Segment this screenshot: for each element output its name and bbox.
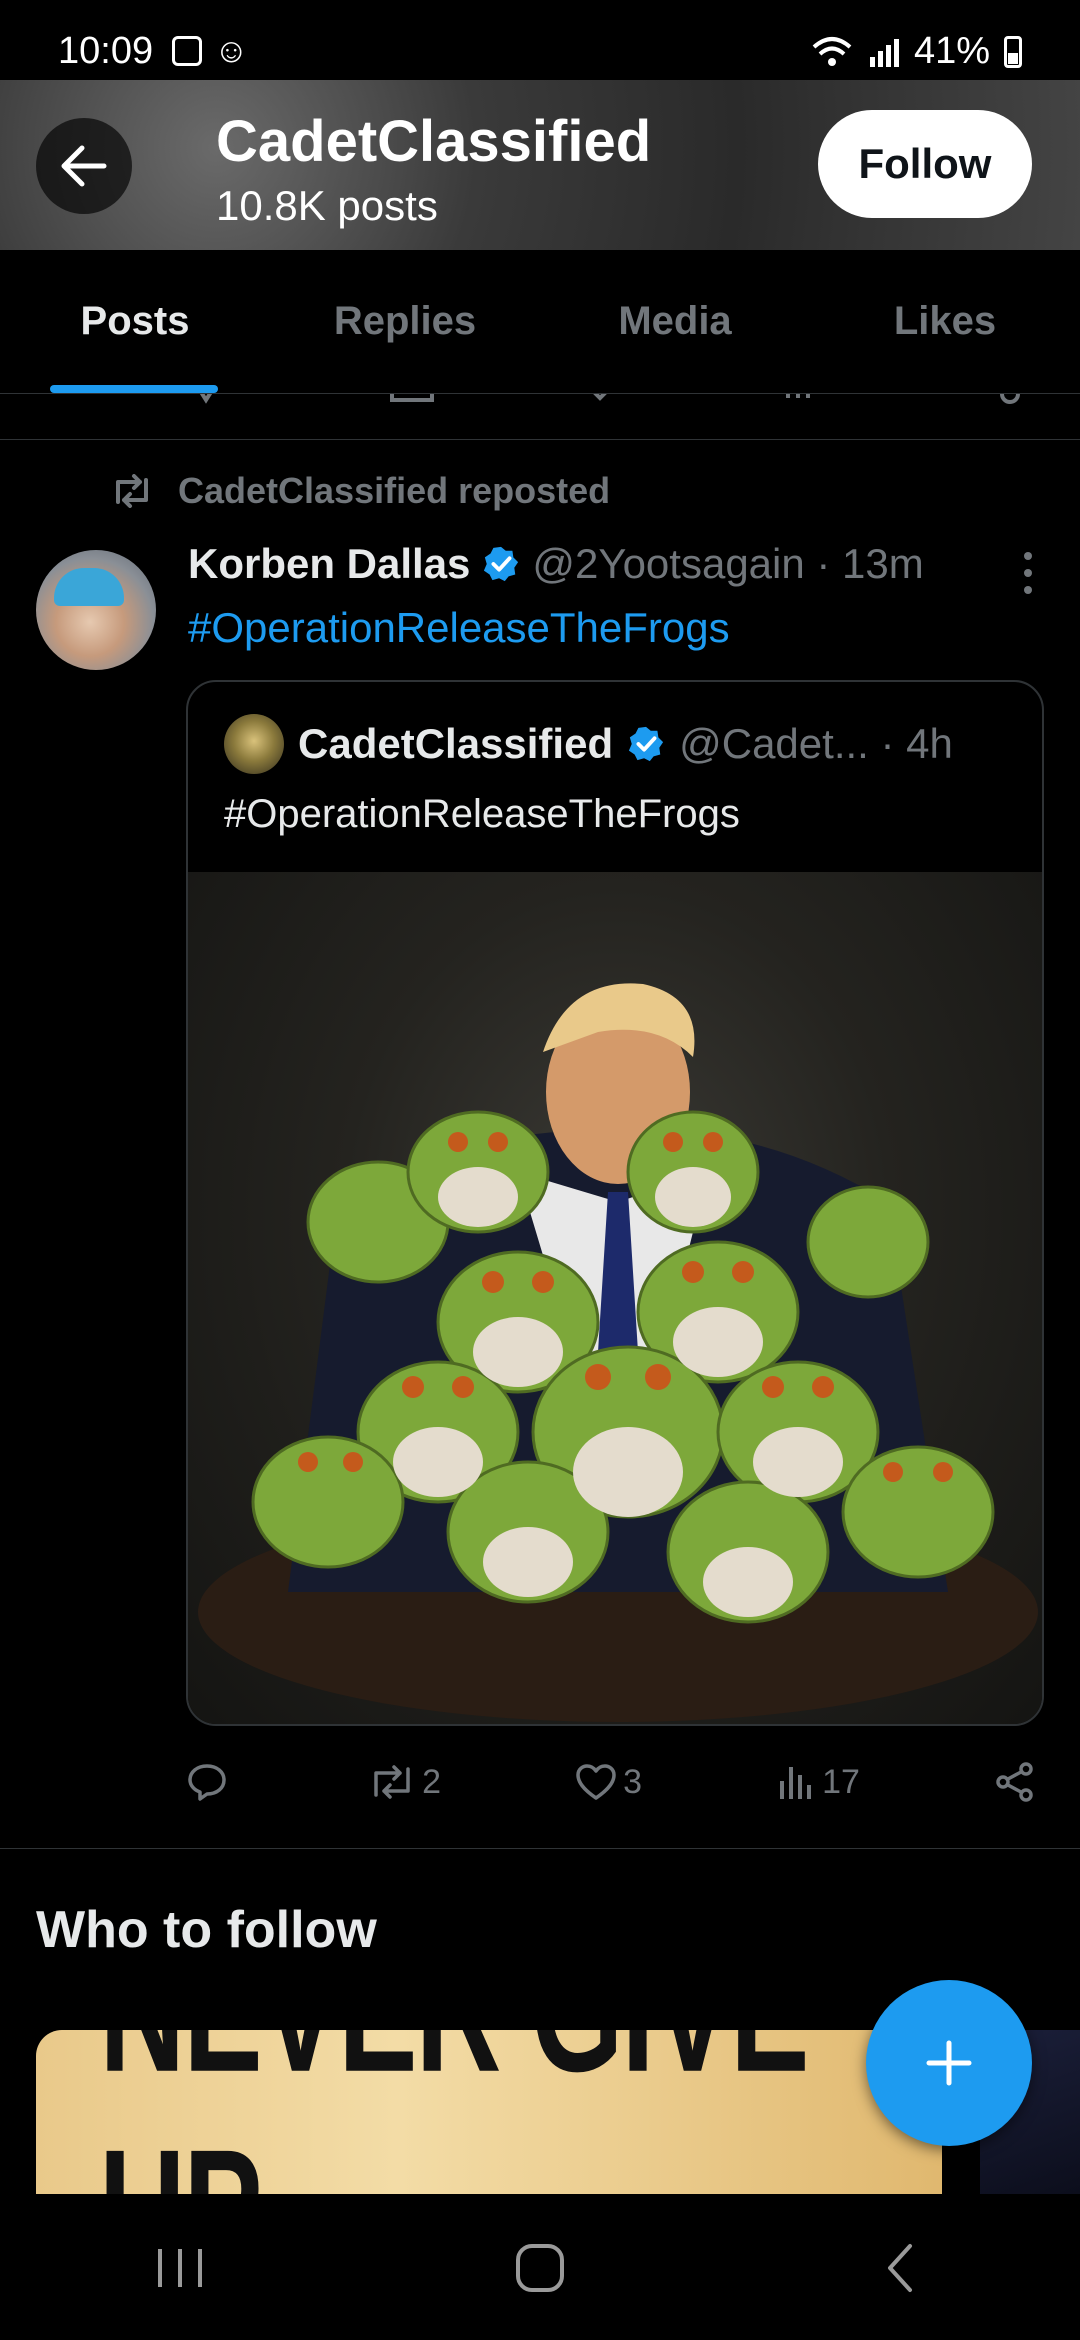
- quoted-post[interactable]: CadetClassified @Cadet... · 4h #Operatio…: [186, 680, 1044, 1726]
- repost-label: CadetClassified reposted: [178, 470, 611, 511]
- quoted-post-image[interactable]: [188, 872, 1042, 1724]
- previous-post-actions: [0, 394, 1080, 440]
- tab-media[interactable]: Media: [540, 250, 810, 393]
- home-button[interactable]: [480, 2218, 600, 2318]
- share-button[interactable]: [994, 1761, 1036, 1803]
- profile-title: CadetClassified: [216, 109, 652, 174]
- views-button[interactable]: 17: [776, 1763, 860, 1802]
- system-nav-bar: [0, 2196, 1080, 2340]
- reply-icon: [188, 1764, 226, 1801]
- verified-badge-icon: [484, 546, 519, 582]
- author-handle: @2Yootsagain · 13m: [532, 540, 924, 587]
- status-time: 10:09: [58, 30, 154, 72]
- wifi-icon: [812, 36, 852, 66]
- post-actions: 2 3 17: [186, 1752, 1036, 1812]
- who-to-follow-title: Who to follow: [36, 1901, 377, 1959]
- plus-icon: [926, 2040, 972, 2086]
- clipped-actions-icon: [199, 394, 1020, 404]
- chevron-left-icon: [888, 2244, 912, 2292]
- recent-apps-icon: [158, 2249, 202, 2287]
- recent-apps-button[interactable]: [120, 2218, 240, 2318]
- view-count: 17: [822, 1762, 860, 1801]
- heart-icon: [576, 1764, 616, 1800]
- profile-tabs: Posts Replies Media Likes: [0, 250, 1080, 394]
- tab-likes[interactable]: Likes: [810, 250, 1080, 393]
- repost-indicator: CadetClassified reposted: [110, 470, 610, 512]
- verified-badge-icon: [629, 726, 664, 762]
- tab-replies[interactable]: Replies: [270, 250, 540, 393]
- back-button[interactable]: [36, 118, 132, 214]
- follow-button[interactable]: Follow: [818, 110, 1032, 218]
- reply-button[interactable]: [186, 1761, 234, 1803]
- quoted-post-header: CadetClassified @Cadet... · 4h: [224, 714, 953, 774]
- status-bar: 10:09 ☺ 41%: [0, 0, 1080, 80]
- tab-posts[interactable]: Posts: [0, 250, 270, 393]
- repost-icon: [374, 1765, 410, 1799]
- profile-header: CadetClassified 10.8K posts Follow: [0, 80, 1080, 250]
- quoted-avatar: [224, 714, 284, 774]
- share-icon: [996, 1762, 1033, 1802]
- post-hashtag[interactable]: #OperationReleaseTheFrogs: [188, 604, 730, 652]
- more-options-icon[interactable]: [1024, 552, 1036, 594]
- repost-count: 2: [422, 1762, 441, 1801]
- arrow-left-icon: [61, 145, 107, 187]
- repost-button[interactable]: 2: [368, 1763, 441, 1802]
- home-icon: [516, 2244, 564, 2292]
- battery-icon: [1004, 35, 1022, 68]
- bug-icon: ☺: [214, 32, 249, 70]
- author-name[interactable]: Korben Dallas: [188, 540, 470, 588]
- quoted-post-text: #OperationReleaseTheFrogs: [224, 792, 740, 836]
- section-divider: [0, 1848, 1080, 1849]
- like-count: 3: [623, 1762, 642, 1801]
- post-header: Korben Dallas @2Yootsagain · 13m: [188, 540, 924, 588]
- compose-button[interactable]: [866, 1980, 1032, 2146]
- notification-icon: [172, 36, 202, 66]
- battery-percent: 41%: [913, 30, 990, 72]
- avatar[interactable]: [36, 550, 156, 670]
- frogs-illustration: [198, 983, 1038, 1722]
- repost-icon: [116, 474, 148, 508]
- quoted-author-handle: @Cadet... · 4h: [679, 720, 953, 767]
- suggested-profile-banner[interactable]: NEVER GIVE UP.: [36, 2030, 942, 2194]
- analytics-icon: [780, 1767, 812, 1799]
- signal-icon: [869, 38, 899, 67]
- quoted-author-name: CadetClassified: [298, 720, 614, 767]
- back-nav-button[interactable]: [840, 2218, 960, 2318]
- banner-text: NEVER GIVE UP.: [99, 2030, 878, 2194]
- like-button[interactable]: 3: [575, 1763, 642, 1802]
- post-count: 10.8K posts: [216, 182, 438, 229]
